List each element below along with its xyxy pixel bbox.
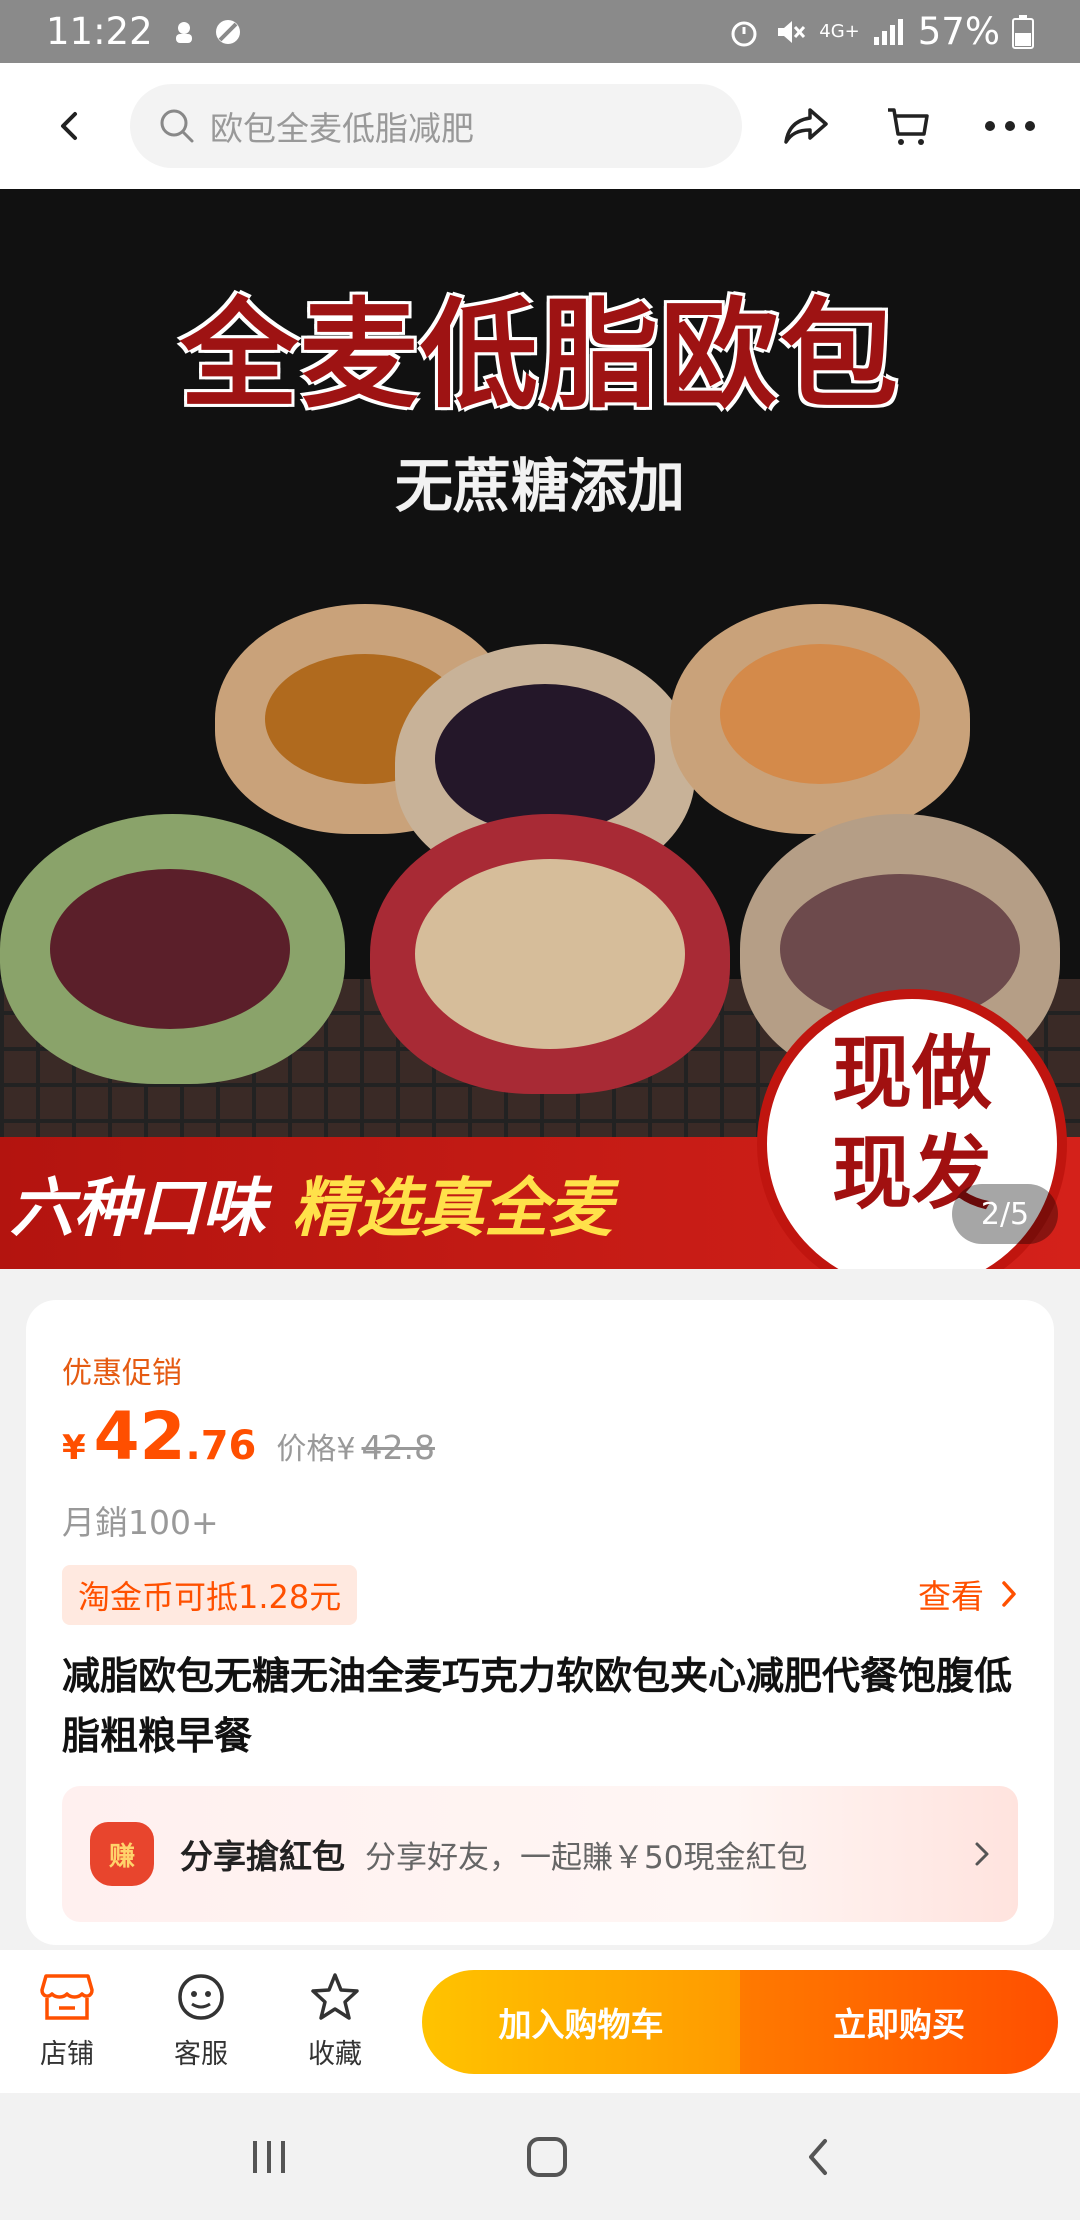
more-button[interactable] (970, 86, 1050, 166)
battery-level: 57% (917, 10, 1000, 53)
banner-title: 全麦低脂欧包 (179, 286, 900, 424)
price-row: ¥ 42 .76 价格¥ 42.8 (62, 1398, 435, 1475)
tab-customer-service[interactable]: 客服 (134, 1950, 268, 2093)
tab-shop[interactable]: 店铺 (0, 1950, 134, 2093)
share-button[interactable] (766, 86, 846, 166)
bread-image (0, 814, 345, 1084)
top-nav-bar: 欧包全麦低脂减肥 (0, 63, 1080, 189)
tab-label: 客服 (174, 2039, 228, 2070)
bottom-action-bar: 店铺 客服 收藏 加入购物车 立即购买 (0, 1950, 1080, 2093)
search-input[interactable]: 欧包全麦低脂减肥 (130, 84, 742, 168)
stamp-line-1: 现做 (832, 1027, 992, 1120)
more-dots-icon (985, 121, 1035, 131)
bread-image (370, 814, 730, 1094)
product-info-card: 优惠促销 ¥ 42 .76 价格¥ 42.8 月銷100+ 淘金币可抵1.28元… (26, 1300, 1054, 1945)
battery-icon (1012, 14, 1034, 49)
back-button[interactable] (30, 86, 110, 166)
share-red-packet-banner[interactable]: 赚 分享搶紅包 分享好友，一起賺￥50現金紅包 (62, 1786, 1018, 1922)
tab-favorite[interactable]: 收藏 (268, 1950, 402, 2093)
tab-label: 收藏 (308, 2039, 362, 2070)
promo-label: 优惠促销 (62, 1356, 182, 1391)
system-nav-bar (0, 2093, 1080, 2220)
shop-icon (40, 1974, 94, 2020)
status-notification-icons (169, 17, 243, 47)
original-price: 42.8 (361, 1428, 435, 1467)
cart-icon (888, 108, 929, 145)
share-description: 分享好友，一起賺￥50現金紅包 (365, 1839, 808, 1876)
ribbon-text-flavors: 六种口味 (10, 1172, 266, 1246)
currency-symbol: ¥ (62, 1428, 86, 1468)
view-label: 查看 (918, 1577, 984, 1616)
product-title: 减脂欧包无糖无油全麦巧克力软欧包夹心减肥代餐饱腹低脂粗粮早餐 (62, 1654, 1013, 1758)
search-placeholder: 欧包全麦低脂减肥 (210, 109, 474, 148)
chevron-left-icon (61, 112, 77, 140)
notification-icon (175, 21, 192, 43)
ribbon-text-wholewheat: 精选真全麦 (292, 1172, 612, 1246)
customer-service-icon (178, 1974, 224, 2020)
share-icon (784, 108, 828, 144)
mute-icon (778, 20, 806, 43)
search-icon (160, 109, 194, 143)
price-decimal: .76 (185, 1423, 257, 1469)
bread-image (670, 604, 970, 834)
blocked-icon (215, 19, 240, 44)
add-to-cart-button[interactable]: 加入购物车 (422, 1969, 740, 2074)
red-packet-bag-icon: 赚 (90, 1822, 154, 1886)
buy-now-button[interactable]: 立即购买 (740, 1969, 1058, 2074)
taojinbi-badge: 淘金币可抵1.28元 (62, 1565, 358, 1625)
monthly-sales: 月銷100+ (62, 1503, 219, 1542)
cart-button[interactable] (868, 86, 948, 166)
network-type: 4G+ (819, 20, 860, 42)
star-icon (311, 1973, 359, 2020)
alarm-icon (731, 21, 757, 46)
home-icon[interactable] (525, 2135, 569, 2179)
view-details-link[interactable]: 查看 (918, 1570, 1018, 1618)
signal-icon (873, 18, 903, 45)
chevron-right-icon (1002, 1581, 1016, 1607)
back-nav-icon[interactable] (803, 2135, 833, 2179)
product-image-carousel[interactable]: 全麦低脂欧包 无蔗糖添加 六种口味 精选真全麦 现做 现发 2/5 (0, 189, 1080, 1269)
share-heading: 分享搶紅包 (180, 1837, 345, 1876)
image-pager-indicator: 2/5 (952, 1184, 1058, 1244)
original-price-label: 价格¥ (276, 1432, 356, 1467)
banner-subtitle: 无蔗糖添加 (394, 452, 685, 520)
status-bar: 11:22 4G+ 57% (0, 0, 1080, 63)
purchase-buttons: 加入购物车 立即购买 (422, 1969, 1058, 2074)
status-time: 11:22 (46, 10, 153, 53)
recent-apps-icon[interactable] (247, 2137, 291, 2177)
tab-label: 店铺 (40, 2039, 94, 2070)
price-integer: 42 (93, 1398, 186, 1475)
chevron-right-icon (975, 1842, 989, 1866)
